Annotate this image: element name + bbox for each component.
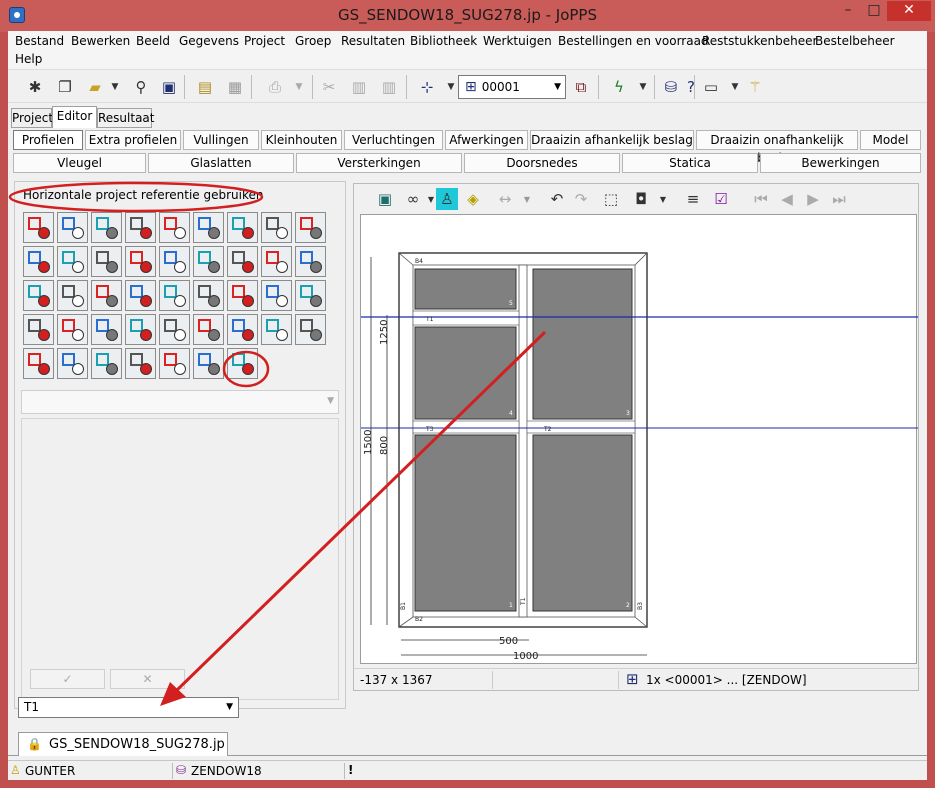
annotation-overlay [8,181,547,706]
annotation-ellipse-tool [222,350,270,388]
annotation-arrow [173,330,547,694]
annotation-ellipse-header [8,181,264,213]
